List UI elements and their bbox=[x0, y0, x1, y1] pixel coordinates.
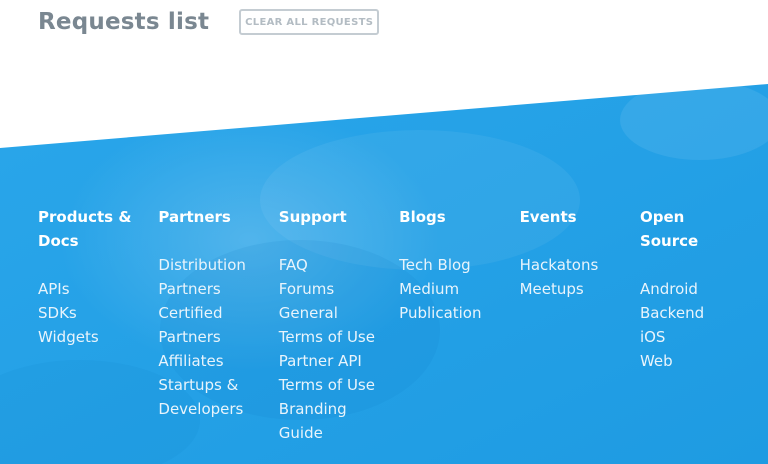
footer-column-partners: Partners Distribution Partners Certified… bbox=[158, 205, 278, 445]
footer-link-branding-guide[interactable]: Guide bbox=[279, 421, 399, 445]
footer-link-partner-api-terms[interactable]: Partner API bbox=[279, 349, 399, 373]
footer-column-title: Events bbox=[519, 208, 577, 226]
footer-link-ios[interactable]: iOS bbox=[640, 325, 760, 349]
footer-column-products: Products & Docs APIs SDKs Widgets bbox=[38, 205, 158, 445]
footer-link-web[interactable]: Web bbox=[640, 349, 760, 373]
footer-link-widgets[interactable]: Widgets bbox=[38, 325, 158, 349]
requests-header: Requests list CLEAR ALL REQUESTS bbox=[38, 9, 380, 35]
footer-columns: Products & Docs APIs SDKs Widgets Partne… bbox=[38, 205, 768, 445]
footer-column-open-source: Open Source Android Backend iOS Web bbox=[640, 205, 760, 445]
footer-link-certified[interactable]: Certified bbox=[158, 301, 278, 325]
footer-link-forums[interactable]: Forums bbox=[279, 277, 399, 301]
footer-link-certified[interactable]: Partners bbox=[158, 325, 278, 349]
footer-link-general-terms[interactable]: General bbox=[279, 301, 399, 325]
footer-link-distribution[interactable]: Partners bbox=[158, 277, 278, 301]
footer-column-events: Events Hackatons Meetups bbox=[520, 205, 640, 445]
footer-column-support: Support FAQ Forums General Terms of Use … bbox=[279, 205, 399, 445]
footer-link-medium-publication[interactable]: Medium bbox=[399, 277, 519, 301]
footer-link-distribution[interactable]: Distribution bbox=[158, 253, 278, 277]
footer-link-faq[interactable]: FAQ bbox=[279, 253, 399, 277]
footer-link-startups[interactable]: Startups & bbox=[158, 373, 278, 397]
footer-link-android[interactable]: Android bbox=[640, 277, 760, 301]
footer-link-medium-publication[interactable]: Publication bbox=[399, 301, 519, 325]
footer-link-apis[interactable]: APIs bbox=[38, 277, 158, 301]
footer-link-meetups[interactable]: Meetups bbox=[520, 277, 640, 301]
footer-link-affiliates[interactable]: Affiliates bbox=[158, 349, 278, 373]
page-title: Requests list bbox=[38, 9, 210, 35]
page: Requests list CLEAR ALL REQUESTS Product… bbox=[0, 0, 768, 464]
footer-column-title: Open Source bbox=[639, 208, 699, 250]
footer-column-title: Products & Docs bbox=[38, 208, 132, 250]
footer-link-tech-blog[interactable]: Tech Blog bbox=[399, 253, 519, 277]
footer-link-partner-api-terms[interactable]: Terms of Use bbox=[279, 373, 399, 397]
footer-link-backend[interactable]: Backend bbox=[640, 301, 760, 325]
footer-column-title: Partners bbox=[158, 208, 231, 226]
clear-all-requests-button[interactable]: CLEAR ALL REQUESTS bbox=[239, 9, 380, 35]
footer-link-sdks[interactable]: SDKs bbox=[38, 301, 158, 325]
footer-link-hackatons[interactable]: Hackatons bbox=[520, 253, 640, 277]
footer-column-title: Blogs bbox=[399, 208, 446, 226]
footer-link-branding-guide[interactable]: Branding bbox=[279, 397, 399, 421]
footer-link-general-terms[interactable]: Terms of Use bbox=[279, 325, 399, 349]
footer-column-title: Support bbox=[278, 208, 347, 226]
footer-column-blogs: Blogs Tech Blog Medium Publication bbox=[399, 205, 519, 445]
footer-link-startups[interactable]: Developers bbox=[158, 397, 278, 421]
